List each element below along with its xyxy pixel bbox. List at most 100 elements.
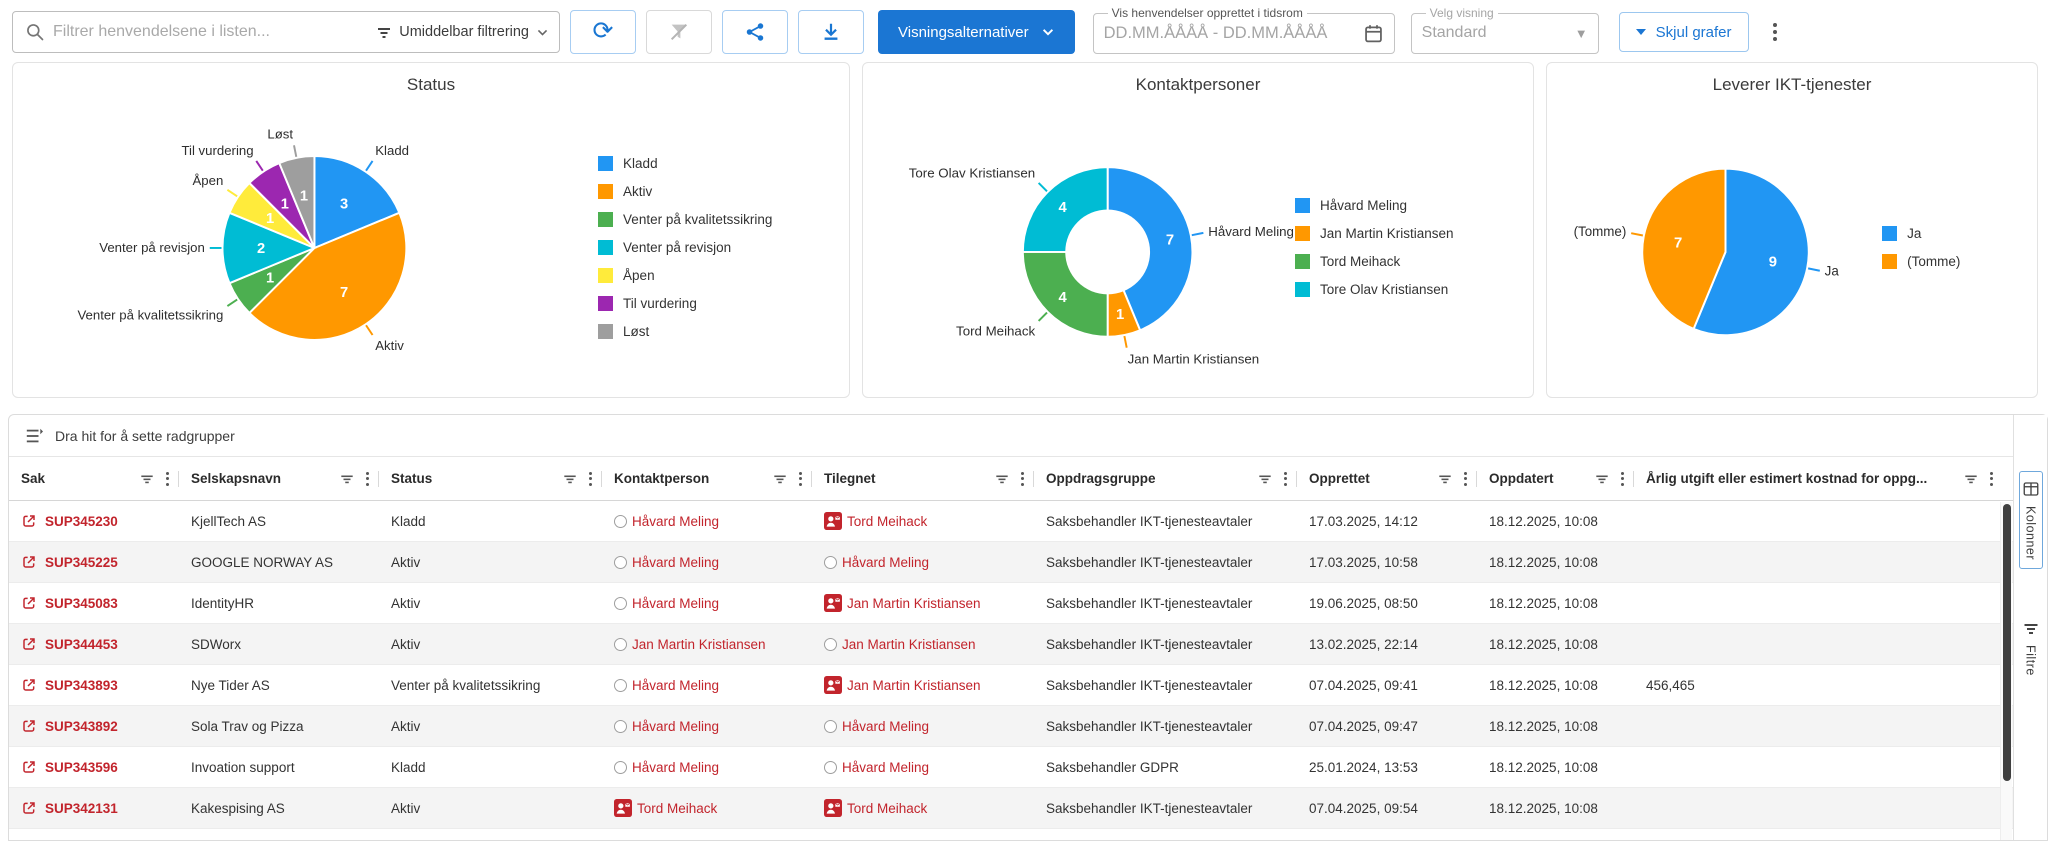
column-filter-icon[interactable]: [991, 468, 1013, 490]
table-row[interactable]: SUP343893Nye Tider ASVenter på kvalitets…: [9, 665, 2047, 706]
column-filter-icon[interactable]: [769, 468, 791, 490]
legend-item[interactable]: Åpen: [598, 268, 823, 283]
column-header-selskapsnavn[interactable]: Selskapsnavn: [179, 457, 379, 500]
download-button[interactable]: [798, 10, 864, 54]
kontaktperson-link[interactable]: Håvard Meling: [614, 514, 719, 529]
cell-tilegnet: Tord Meihack: [812, 501, 1034, 541]
column-menu-icon[interactable]: [1615, 468, 1630, 490]
tilegnet-link[interactable]: Tord Meihack: [824, 512, 927, 530]
legend-item[interactable]: Håvard Meling: [1295, 198, 1507, 213]
kontaktperson-link[interactable]: Tord Meihack: [614, 799, 717, 817]
date-range-field[interactable]: Vis henvendelser opprettet i tidsrom DD.…: [1093, 6, 1395, 54]
calendar-icon[interactable]: [1363, 23, 1384, 44]
column-menu-icon[interactable]: [1458, 468, 1473, 490]
column-menu-icon[interactable]: [160, 468, 175, 490]
column-menu-icon[interactable]: [1984, 468, 1999, 490]
column-filter-icon[interactable]: [1434, 468, 1456, 490]
legend-item[interactable]: Kladd: [598, 156, 823, 171]
kontaktpersoner-donut-chart[interactable]: Håvard Meling7Jan Martin Kristiansen1Tor…: [871, 106, 1295, 388]
column-filter-icon[interactable]: [136, 468, 158, 490]
tilegnet-link[interactable]: Jan Martin Kristiansen: [824, 594, 981, 612]
tilegnet-link[interactable]: Håvard Meling: [824, 719, 929, 734]
column-menu-icon[interactable]: [360, 468, 375, 490]
column-filter-icon[interactable]: [559, 468, 581, 490]
column-filter-icon[interactable]: [336, 468, 358, 490]
sak-link[interactable]: SUP344453: [21, 636, 118, 652]
kontaktperson-link[interactable]: Håvard Meling: [614, 719, 719, 734]
sak-link[interactable]: SUP343893: [21, 677, 118, 693]
sak-link[interactable]: SUP345083: [21, 595, 118, 611]
kontaktperson-link[interactable]: Håvard Meling: [614, 596, 719, 611]
filter-mode-dropdown[interactable]: Umiddelbar filtrering: [376, 24, 549, 40]
date-range-input[interactable]: DD.MM.ÅÅÅÅ - DD.MM.ÅÅÅÅ: [1104, 24, 1363, 43]
cell-tilegnet: Jan Martin Kristiansen: [812, 624, 1034, 664]
hide-charts-button[interactable]: Skjul grafer: [1619, 12, 1749, 52]
kontaktperson-link[interactable]: Håvard Meling: [614, 760, 719, 775]
tilegnet-link[interactable]: Jan Martin Kristiansen: [824, 637, 976, 652]
legend-item[interactable]: Aktiv: [598, 184, 823, 199]
column-header-oppdatert[interactable]: Oppdatert: [1477, 457, 1634, 500]
table-row[interactable]: SUP342131Kakespising ASAktivTord Meihack…: [9, 788, 2047, 829]
legend-item[interactable]: Venter på revisjon: [598, 240, 823, 255]
cell-status: Aktiv: [379, 542, 602, 582]
column-header-tilegnet[interactable]: Tilegnet: [812, 457, 1034, 500]
sak-link[interactable]: SUP345230: [21, 513, 118, 529]
cell-kontaktperson: Tord Meihack: [602, 788, 812, 828]
column-header-status[interactable]: Status: [379, 457, 602, 500]
column-menu-icon[interactable]: [1015, 468, 1030, 490]
sak-link[interactable]: SUP342131: [21, 800, 118, 816]
column-header-sak[interactable]: Sak: [9, 457, 179, 500]
kontaktperson-link[interactable]: Håvard Meling: [614, 678, 719, 693]
tilegnet-link[interactable]: Jan Martin Kristiansen: [824, 676, 981, 694]
view-select[interactable]: Velg visning Standard ▼: [1411, 6, 1599, 54]
vertical-scrollbar[interactable]: [2000, 502, 2012, 840]
sak-link[interactable]: SUP345225: [21, 554, 118, 570]
legend-item[interactable]: Jan Martin Kristiansen: [1295, 226, 1507, 241]
tilegnet-link[interactable]: Tord Meihack: [824, 799, 927, 817]
table-row[interactable]: SUP345083IdentityHRAktivHåvard MelingJan…: [9, 583, 2047, 624]
legend-item[interactable]: Venter på kvalitetssikring: [598, 212, 823, 227]
legend-item[interactable]: (Tomme): [1882, 254, 2011, 269]
row-group-dropzone[interactable]: Dra hit for å sette radgrupper: [9, 415, 2047, 457]
column-header-kostnad[interactable]: Årlig utgift eller estimert kostnad for …: [1634, 457, 2003, 500]
scrollbar-thumb[interactable]: [2003, 504, 2011, 781]
legend-item[interactable]: Til vurdering: [598, 296, 823, 311]
legend-item[interactable]: Tore Olav Kristiansen: [1295, 282, 1507, 297]
column-menu-icon[interactable]: [1278, 468, 1293, 490]
table-row[interactable]: SUP345230KjellTech ASKladdHåvard MelingT…: [9, 501, 2047, 542]
more-options-menu[interactable]: [1763, 17, 1787, 47]
status-pie-chart[interactable]: Kladd3Aktiv7Venter på kvalitetssikring1V…: [21, 106, 598, 388]
legend-item[interactable]: Løst: [598, 324, 823, 339]
column-filter-icon[interactable]: [1960, 468, 1982, 490]
column-header-opprettet[interactable]: Opprettet: [1297, 457, 1477, 500]
column-filter-icon[interactable]: [1591, 468, 1613, 490]
legend-label: (Tomme): [1907, 254, 1960, 269]
column-filter-icon[interactable]: [1254, 468, 1276, 490]
kontaktperson-link[interactable]: Jan Martin Kristiansen: [614, 637, 766, 652]
sak-link[interactable]: SUP343596: [21, 759, 118, 775]
search-input[interactable]: [53, 23, 376, 41]
legend-item[interactable]: Ja: [1882, 226, 2011, 241]
sak-link[interactable]: SUP343892: [21, 718, 118, 734]
search-box[interactable]: Umiddelbar filtrering: [12, 11, 560, 53]
kontaktperson-link[interactable]: Håvard Meling: [614, 555, 719, 570]
share-button[interactable]: [722, 10, 788, 54]
tab-kolonner[interactable]: Kolonner: [2019, 471, 2043, 569]
ikt-pie-chart[interactable]: Ja9(Tomme)7: [1555, 106, 1882, 388]
refresh-button[interactable]: ⟳: [570, 10, 636, 54]
table-row[interactable]: SUP344453SDWorxAktivJan Martin Kristians…: [9, 624, 2047, 665]
column-header-kontaktperson[interactable]: Kontaktperson: [602, 457, 812, 500]
column-menu-icon[interactable]: [793, 468, 808, 490]
tilegnet-link[interactable]: Håvard Meling: [824, 760, 929, 775]
tilegnet-link[interactable]: Håvard Meling: [824, 555, 929, 570]
table-row[interactable]: SUP343892Sola Trav og PizzaAktivHåvard M…: [9, 706, 2047, 747]
view-options-button[interactable]: Visningsalternativer: [878, 10, 1075, 54]
table-row[interactable]: SUP345225GOOGLE NORWAY ASAktivHåvard Mel…: [9, 542, 2047, 583]
table-row[interactable]: SUP343596Invoation supportKladdHåvard Me…: [9, 747, 2047, 788]
column-menu-icon[interactable]: [583, 468, 598, 490]
tab-filtre-label: Filtre: [2024, 645, 2038, 676]
tab-filtre[interactable]: Filtre: [2021, 613, 2041, 684]
clear-filter-button[interactable]: [646, 10, 712, 54]
legend-item[interactable]: Tord Meihack: [1295, 254, 1507, 269]
column-header-oppdragsgruppe[interactable]: Oppdragsgruppe: [1034, 457, 1297, 500]
